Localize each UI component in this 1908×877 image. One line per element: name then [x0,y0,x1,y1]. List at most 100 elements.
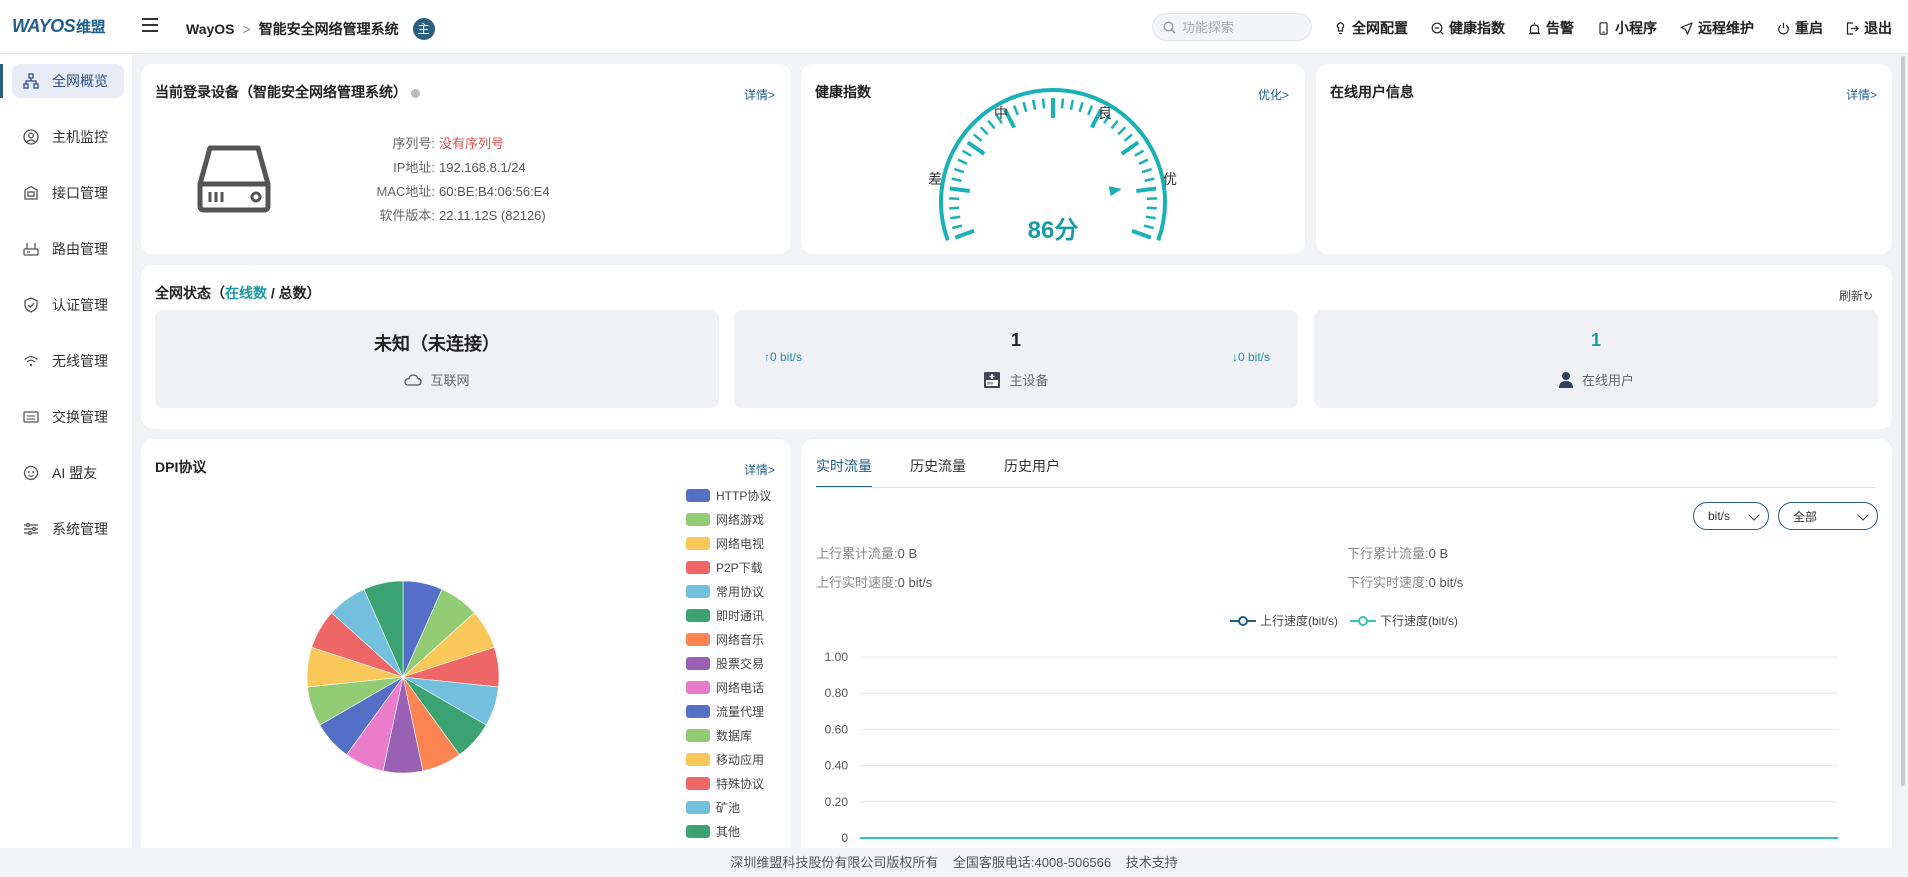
search-box[interactable] [1152,13,1312,41]
sidebar-item-auth[interactable]: 认证管理 [12,288,124,322]
tech-support-link[interactable]: 技术支持 [1126,855,1178,870]
gauge-tick [1087,105,1094,116]
online-users-title: 在线用户信息 [1330,84,1414,100]
dpi-card-title: DPI协议 [155,459,207,475]
hotline-text: 全国客服电话:4008-506566 [952,855,1112,870]
wifi-icon [24,356,38,367]
legend-item[interactable]: 其他 [686,824,740,839]
brand-logo[interactable]: WAYOS维盟 [12,16,106,37]
legend-item[interactable]: 常用协议 [686,584,764,599]
y-tick-label: 0.80 [825,686,849,700]
online-user-count: 1 [1590,330,1601,350]
sidebar-item-switch[interactable]: 交换管理 [12,400,124,434]
legend-label: 特殊协议 [716,776,765,791]
legend-swatch [686,752,710,766]
sidebar-item-system[interactable]: 系统管理 [12,512,124,546]
chevron-down-icon [1748,509,1760,521]
sidebar-item-interface[interactable]: 接口管理 [12,176,124,210]
legend-item[interactable]: 流量代理 [686,704,764,719]
refresh-button[interactable]: 刷新↻ [1839,287,1873,304]
page-scrollbar[interactable] [1901,56,1905,786]
legend-label: 股票交易 [716,656,765,671]
gauge-tick [1144,177,1155,183]
legend-item[interactable]: 移动应用 [686,752,764,767]
gauge-pointer [1108,186,1122,197]
alarm-icon [1529,22,1540,34]
gauge-tick [1069,99,1075,110]
sidebar-item-label: 交换管理 [52,409,108,425]
copyright-text: 深圳维盟科技股份有限公司版权所有 [730,855,939,870]
scope-select[interactable]: 全部 [1778,502,1878,530]
traffic-tabs: 实时流量 历史流量 历史用户 [816,456,1060,488]
switch-icon [23,411,39,423]
gauge-tick [1120,140,1140,156]
network-config-button[interactable]: 全网配置 [1334,18,1408,38]
search-icon [1163,20,1176,33]
legend-item[interactable]: P2P下载 [686,560,763,575]
tab-realtime-traffic[interactable]: 实时流量 [816,456,872,488]
tab-history-traffic[interactable]: 历史流量 [910,456,966,488]
legend-item[interactable]: 特殊协议 [686,776,765,791]
legend-swatch [686,728,710,742]
sidebar-item-host-monitor[interactable]: 主机监控 [12,120,124,154]
mini-program-button[interactable]: 小程序 [1597,18,1657,38]
tab-history-users[interactable]: 历史用户 [1004,456,1060,488]
legend-item[interactable]: 网络游戏 [686,512,764,527]
top-bar: WAYOS维盟 WayOS > 智能安全网络管理系统 主 全网配置 健康指数 告… [0,0,1908,54]
sidebar-item-wireless[interactable]: 无线管理 [12,344,124,378]
online-users-detail-link[interactable]: 详情> [1846,86,1877,103]
network-status-card: 全网状态（在线数 / 总数） 刷新↻ 未知（未连接） 互联网 1 ↑0 bit/… [141,265,1892,429]
device-card: 当前登录设备（智能安全网络管理系统） 详情> 序列号: 没有序列号 IP地址: 19… [141,64,791,254]
legend-item[interactable]: 矿池 [686,800,741,815]
legend-swatch [686,680,710,694]
legend-item[interactable]: HTTP协议 [686,488,771,503]
sidebar-item-overview[interactable]: 全网概览 [12,64,124,98]
ip-row: IP地址: 192.168.8.1/24 [393,160,526,175]
online-users-card: 在线用户信息 详情> [1316,64,1892,254]
gauge-label-medium: 中 [994,105,1008,121]
internet-status-box[interactable]: 未知（未连接） 互联网 [155,310,719,408]
internet-status: 未知（未连接） [374,334,500,354]
ai-icon [23,465,39,481]
sidebar-item-ai[interactable]: AI 盟友 [12,456,124,490]
shield-icon [24,297,38,313]
sidebar-item-label: AI 盟友 [52,465,98,481]
legend-swatch [686,824,710,838]
legend-line-marker [1350,615,1377,626]
legend-item[interactable]: 数据库 [686,728,752,743]
sidebar-item-label: 主机监控 [52,129,108,145]
gauge-tick [1136,186,1157,194]
legend-upload[interactable]: 上行速度(bit/s) [1230,612,1338,629]
health-index-button[interactable]: 健康指数 [1431,18,1505,38]
sidebar-item-routing[interactable]: 路由管理 [12,232,124,266]
user-icon [1558,371,1573,388]
menu-toggle-icon[interactable] [142,18,160,34]
legend-item[interactable]: 网络音乐 [686,632,764,647]
legend-download[interactable]: 下行速度(bit/s) [1350,612,1458,629]
mac-row: MAC地址: 60:BE:B4:06:56:E4 [376,184,550,199]
legend-label: 上行速度(bit/s) [1260,614,1339,628]
dpi-detail-link[interactable]: 详情> [744,461,775,478]
legend-item[interactable]: 股票交易 [686,656,765,671]
unit-select[interactable]: bit/s [1693,502,1769,530]
breadcrumb-page: 智能安全网络管理系统 [258,21,399,37]
sidebar-item-label: 路由管理 [52,241,108,257]
legend-item[interactable]: 即时通讯 [686,608,764,623]
main-device-status-box[interactable]: 1 ↑0 bit/s ↓0 bit/s 主设备 [734,310,1298,408]
health-icon [1431,22,1444,35]
logout-button[interactable]: 退出 [1846,18,1892,38]
legend-swatch [686,704,710,718]
gauge-tick [1134,149,1145,157]
alarm-button[interactable]: 告警 [1528,18,1574,38]
legend-label: 矿池 [716,800,741,815]
legend-item[interactable]: 网络电话 [686,680,764,695]
online-users-status-box[interactable]: 1 在线用户 [1314,310,1878,408]
reboot-button[interactable]: 重启 [1777,18,1823,38]
breadcrumb-root[interactable]: WayOS [186,21,235,37]
bulb-icon [1336,21,1345,34]
device-detail-link[interactable]: 详情> [744,86,775,103]
legend-item[interactable]: 网络电视 [686,536,764,551]
sidebar-item-label: 无线管理 [52,353,108,369]
search-input[interactable] [1182,19,1302,35]
remote-maintenance-button[interactable]: 远程维护 [1680,18,1754,38]
